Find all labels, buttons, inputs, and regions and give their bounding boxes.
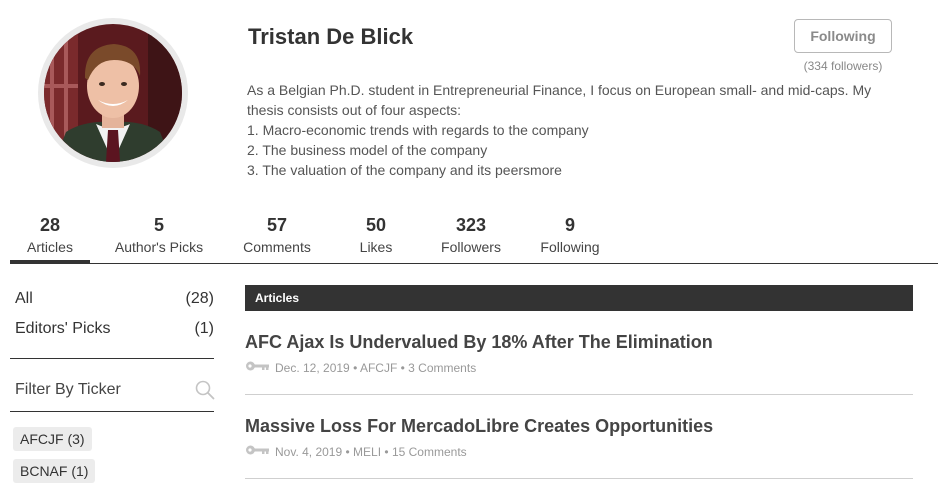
filter-by-ticker-label[interactable]: Filter By Ticker	[15, 381, 121, 399]
bio-line: thesis consists out of four aspects:	[247, 102, 461, 118]
article-divider	[245, 478, 913, 479]
bio-line: As a Belgian Ph.D. student in Entreprene…	[247, 82, 872, 98]
profile-stats-tabs: 28 Articles 5 Author's Picks 57 Comments…	[0, 210, 938, 264]
article-ticker[interactable]: MELI	[353, 445, 381, 459]
meta-separator: •	[345, 445, 350, 459]
stat-value: 57	[266, 215, 288, 235]
ticker-chip-afcjf[interactable]: AFCJF (3)	[13, 427, 92, 451]
stat-label: Author's Picks	[114, 239, 204, 255]
meta-separator: •	[400, 361, 405, 375]
article-divider	[245, 394, 913, 395]
bio-line-with-more-link[interactable]: 3. The valuation of the company and its …	[247, 160, 887, 180]
tab-authors-picks[interactable]: 5 Author's Picks	[108, 210, 210, 264]
article-comments-link[interactable]: 15 Comments	[392, 445, 467, 459]
following-button[interactable]: Following	[794, 19, 892, 53]
author-bio: As a Belgian Ph.D. student in Entreprene…	[247, 80, 887, 180]
article-date: Dec. 12, 2019	[275, 361, 350, 375]
sidebar-divider	[10, 358, 214, 359]
follower-count: (334 followers)	[803, 59, 883, 73]
stat-value: 5	[153, 215, 164, 235]
articles-section-header: Articles	[245, 285, 913, 311]
article-ticker[interactable]: AFCJF	[360, 361, 397, 375]
filter-count: (28)	[185, 290, 214, 307]
stat-label: Articles	[27, 239, 73, 255]
filter-label: All	[15, 290, 33, 307]
bio-line: 1. Macro-economic trends with regards to…	[247, 122, 589, 138]
filter-label: Editors' Picks	[15, 320, 111, 337]
filter-count: (1)	[194, 320, 214, 337]
article-comments-link[interactable]: 3 Comments	[408, 361, 476, 375]
author-profile-page: Tristan De Blick Following (334 follower…	[0, 0, 938, 487]
bio-line: 2. The business model of the company	[247, 142, 488, 158]
search-icon[interactable]	[194, 379, 216, 406]
stat-label: Comments	[243, 239, 311, 255]
tab-following[interactable]: 9 Following	[535, 210, 605, 264]
tab-comments[interactable]: 57 Comments	[237, 210, 317, 264]
ticker-chip-bcnaf[interactable]: BCNAF (1)	[13, 459, 96, 483]
avatar[interactable]	[44, 24, 182, 162]
profile-photo-icon	[44, 24, 182, 162]
filter-all[interactable]: All (28)	[15, 290, 214, 308]
tabs-divider	[10, 263, 938, 264]
article-meta: Nov. 4, 2019 • MELI • 15 Comments	[245, 445, 467, 459]
key-icon	[245, 444, 270, 459]
tab-likes[interactable]: 50 Likes	[346, 210, 406, 264]
stat-label: Likes	[359, 239, 393, 255]
article-title[interactable]: AFC Ajax Is Undervalued By 18% After The…	[245, 332, 713, 353]
article-title[interactable]: Massive Loss For MercadoLibre Creates Op…	[245, 416, 713, 437]
article-meta: Dec. 12, 2019 • AFCJF • 3 Comments	[245, 361, 476, 375]
sidebar-divider	[10, 411, 214, 412]
stat-label: Following	[540, 239, 600, 255]
meta-separator: •	[353, 361, 358, 375]
stat-label: Followers	[441, 239, 501, 255]
author-name: Tristan De Blick	[248, 24, 414, 49]
key-icon	[245, 360, 270, 375]
stat-value: 28	[39, 215, 61, 235]
stat-value: 50	[365, 215, 387, 235]
article-date: Nov. 4, 2019	[275, 445, 343, 459]
stat-value: 323	[455, 215, 487, 235]
tab-followers[interactable]: 323 Followers	[436, 210, 506, 264]
meta-separator: •	[384, 445, 389, 459]
stat-value: 9	[564, 215, 575, 235]
filter-editors-picks[interactable]: Editors' Picks (1)	[15, 320, 214, 338]
tab-articles[interactable]: 28 Articles	[10, 210, 90, 264]
